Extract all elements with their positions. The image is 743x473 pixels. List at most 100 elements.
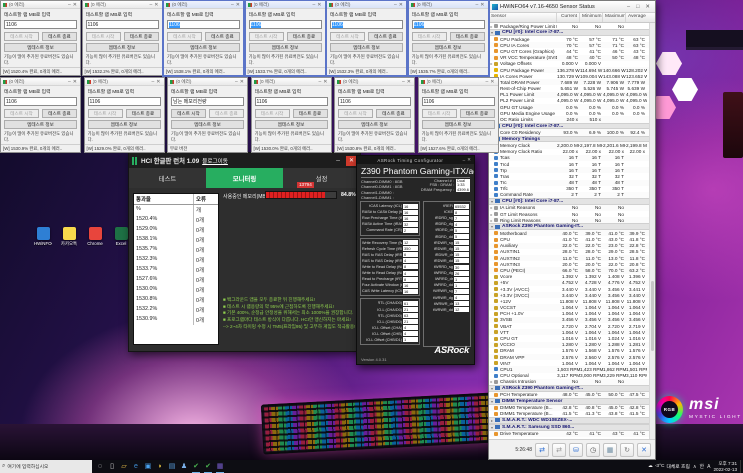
sensor-section[interactable]: ▾ S.M.A.R.T.: Samsung SSD 860...: [489, 423, 649, 431]
start-test-button[interactable]: 테스트 시작: [330, 32, 365, 41]
timing-value[interactable]: 4: [454, 221, 469, 227]
start-test-button[interactable]: 테스트 시작: [411, 32, 447, 41]
tab-settings[interactable]: 설정: [283, 168, 360, 188]
start-test-button[interactable]: 테스트 시작: [248, 32, 284, 41]
timing-value[interactable]: 65532: [454, 203, 469, 209]
timing-value[interactable]: 12: [403, 240, 418, 246]
sensor-section[interactable]: ▾ CPU [#0]: Intel Core i7-87...: [489, 198, 649, 205]
ram-amount-input[interactable]: 남는 메모리전량: [171, 97, 244, 106]
ram-amount-input[interactable]: 1106: [411, 20, 485, 29]
launcher-app-icon[interactable]: ✔: [202, 460, 214, 473]
file-explorer-icon[interactable]: ▱: [118, 460, 130, 473]
memtest-info-button[interactable]: 멤테스트 정보: [330, 43, 403, 52]
timing-value[interactable]: 7: [454, 215, 469, 221]
sensor-row[interactable]: PCH Temperature 48.0 °C 45.0 °C 50.0 °C …: [489, 391, 649, 398]
timing-value[interactable]: 61: [403, 300, 418, 306]
sensor-row[interactable]: CPU 41.0 °C 41.0 °C 43.0 °C 41.8 °C: [489, 236, 649, 242]
sensor-row[interactable]: DIMM1 Temperature (B... 41.5 °C 41.3 °C …: [489, 411, 649, 417]
close-button[interactable]: ✕: [466, 157, 472, 163]
stop-test-button[interactable]: 테스트 종료: [376, 109, 411, 118]
memtest-info-button[interactable]: 멤테스트 정보: [4, 120, 77, 129]
sensor-row[interactable]: ▸ GT Limit Reasons No No No: [489, 211, 649, 217]
sensor-row[interactable]: VIN7 1.064 V 1.064 V 1.064 V 1.064 V: [489, 360, 649, 366]
stop-test-button[interactable]: 테스트 종료: [292, 109, 328, 118]
timing-value[interactable]: 4: [403, 331, 418, 337]
blog-link[interactable]: 블로그이동: [202, 157, 228, 165]
memtest-titlebar[interactable]: (0 에러) – ✕: [164, 1, 243, 9]
desktop-icon[interactable]: 카카오톡: [60, 227, 78, 247]
sensor-row[interactable]: Tras 32 T 32 T 32 T: [489, 173, 649, 179]
sensor-row[interactable]: ▸ Core C0 Residency 93.0 % 6.9 % 100.0 %…: [489, 129, 649, 136]
ram-amount-input[interactable]: 1106: [421, 97, 495, 106]
close-button[interactable]: ✕: [239, 79, 245, 85]
timing-value[interactable]: 26: [454, 270, 469, 276]
sensor-row[interactable]: VR VCC Temperature (SVID) 48 °C 40 °C 50…: [489, 54, 649, 61]
timing-value[interactable]: 13: [454, 301, 469, 307]
clock-icon[interactable]: ◷: [586, 442, 600, 457]
stop-test-button[interactable]: 테스트 종료: [449, 32, 485, 41]
sensor-row[interactable]: VCCIO 1.280 V 1.280 V 1.288 V 1.281 V: [489, 341, 649, 348]
ime-indicator[interactable]: 한: [700, 463, 705, 470]
sensor-row[interactable]: ▸ IA Limit Reasons No No No: [489, 204, 649, 212]
tab-monitoring[interactable]: 모니터링: [206, 168, 283, 188]
sensor-row[interactable]: Vcore 1.392 V 1.392 V 1.408 V 1.396 V: [489, 274, 649, 280]
timing-value[interactable]: 4: [403, 325, 418, 331]
kakaotalk-icon[interactable]: ◗: [154, 460, 166, 473]
minimize-button[interactable]: –: [333, 157, 343, 164]
close-button[interactable]: ✕: [153, 2, 159, 8]
sensor-row[interactable]: Memory Clock Ratio 22.00 x 22.00 x 22.00…: [489, 149, 649, 155]
memory-app-icon[interactable]: ▤: [166, 460, 178, 473]
memtest-titlebar[interactable]: (0 에러) – ✕: [408, 1, 488, 9]
sensor-row[interactable]: CPU Package Power 136.278 W 114.694 W 14…: [489, 66, 649, 74]
timing-value[interactable]: 8: [454, 209, 469, 215]
stop-test-button[interactable]: 테스트 종료: [125, 109, 161, 118]
start-test-button[interactable]: 테스트 시작: [421, 109, 457, 118]
start-test-button[interactable]: 테스트 시작: [254, 109, 290, 118]
stop-test-button[interactable]: 테스트 종료: [459, 109, 495, 118]
weather-widget[interactable]: ☁ -3°C 대체로 흐림: [648, 463, 690, 470]
timing-value[interactable]: 4: [454, 295, 469, 301]
stop-test-button[interactable]: 테스트 종료: [42, 109, 77, 118]
timing-value[interactable]: 21: [403, 319, 418, 325]
sensor-row[interactable]: +3.3V (AVCC) 3.440 V 3.440 V 3.456 V 3.4…: [489, 286, 649, 292]
ram-amount-input[interactable]: 1106: [4, 20, 77, 29]
sensor-row[interactable]: CPU GT 1.016 V 1.016 V 1.024 V 1.016 V: [489, 335, 649, 341]
sensor-row[interactable]: +12V 11.808 V 11.808 V 11.808 V 11.808 V: [489, 298, 649, 304]
timing-value[interactable]: 16: [403, 215, 418, 221]
sensor-section[interactable]: ▾ ASRock Z390 Phantom Gaming-IT...: [489, 223, 649, 231]
memtest-info-button[interactable]: 멤테스트 정보: [411, 43, 485, 52]
stop-test-button[interactable]: 테스트 종료: [205, 32, 240, 41]
timing-value[interactable]: 2: [403, 227, 418, 233]
start-test-button[interactable]: 테스트 시작: [338, 109, 373, 118]
stop-test-button[interactable]: 테스트 종료: [368, 32, 403, 41]
sensor-section[interactable]: ▾ CPU [#0]: Intel Core i7-87...: [489, 29, 649, 36]
memtest-info-button[interactable]: 멤테스트 정보: [254, 120, 328, 129]
sensor-row[interactable]: PL2 Power Limit 4,095.0 W 4,095.0 W 4,09…: [489, 98, 649, 104]
sensor-row[interactable]: CPU IA Cores 70 °C 57 °C 71 °C 63 °C: [489, 42, 649, 49]
memtest-titlebar[interactable]: (0 에러) – ✕: [418, 78, 498, 86]
memtest-info-button[interactable]: 멤테스트 정보: [167, 43, 240, 52]
close-button[interactable]: ✕: [479, 2, 485, 8]
sensor-row[interactable]: VCCST 1.064 V 1.064 V 1.064 V 1.064 V: [489, 304, 649, 311]
tray-chevron-icon[interactable]: ∧: [693, 464, 697, 470]
hwinfo-app-icon[interactable]: ▦: [214, 460, 226, 473]
memtest-titlebar[interactable]: (0 에러) – ✕: [251, 78, 331, 86]
sensor-row[interactable]: ▸ Ring Limit Reasons No No No: [489, 217, 649, 224]
sensor-row[interactable]: PCH +1.0V 1.064 V 1.064 V 1.064 V 1.064 …: [489, 311, 649, 317]
memtest-titlebar[interactable]: (0 에러) – ✕: [245, 1, 325, 9]
sensor-row[interactable]: +5V 4.752 V 4.728 V 4.776 V 4.752 V: [489, 279, 649, 286]
memtest-info-button[interactable]: 멤테스트 정보: [248, 43, 322, 52]
asrock-titlebar[interactable]: ASRock Timing Configurator – ✕: [357, 156, 474, 164]
memtest-app-icon[interactable]: ✔: [190, 460, 202, 473]
stop-test-button[interactable]: 테스트 종료: [209, 109, 244, 118]
minimize-button[interactable]: –: [625, 4, 632, 10]
timing-value[interactable]: 21: [403, 307, 418, 313]
timing-value[interactable]: 63: [403, 313, 418, 319]
ram-amount-input[interactable]: 1106: [248, 20, 322, 29]
sensor-row[interactable]: CPU Package 70 °C 57 °C 71 °C 63 °C: [489, 36, 649, 42]
timing-value[interactable]: 1: [454, 276, 469, 282]
close-button[interactable]: ✕: [155, 79, 161, 85]
sensor-row[interactable]: Motherboard 40.0 °C 39.0 °C 41.0 °C 39.9…: [489, 230, 649, 237]
timing-value[interactable]: 16: [403, 288, 418, 294]
sensor-row[interactable]: VTT 1.064 V 1.064 V 1.064 V 1.064 V: [489, 329, 649, 336]
